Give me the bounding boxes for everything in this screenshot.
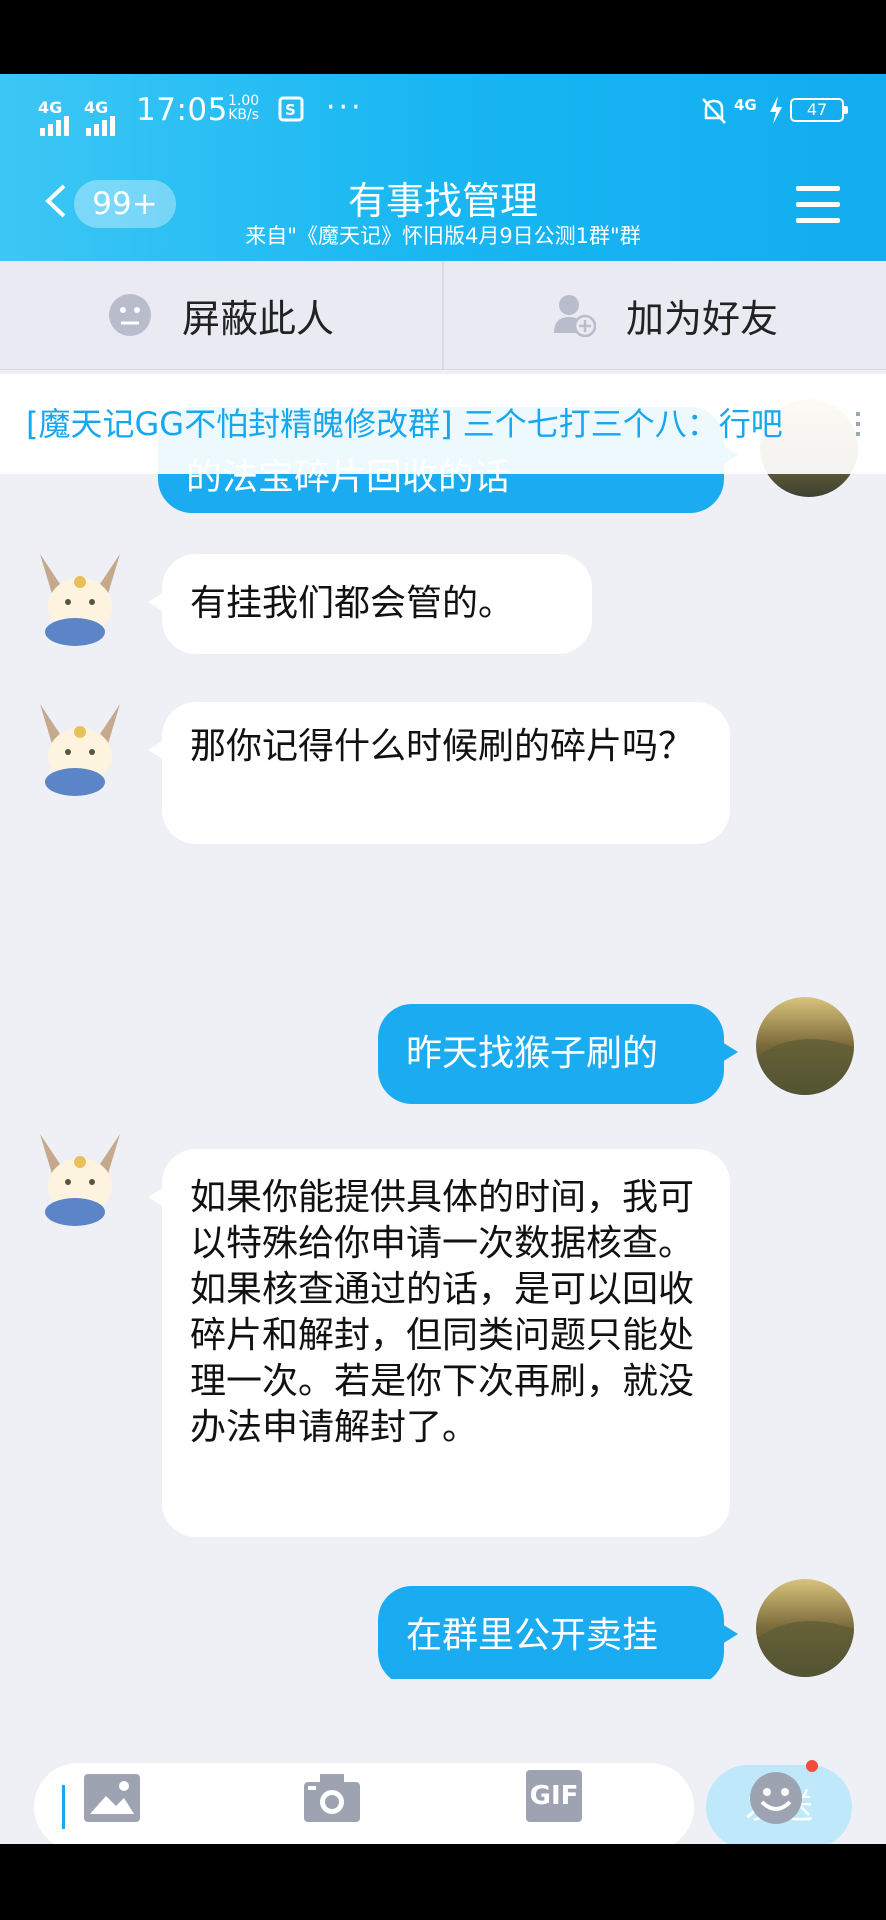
battery-indicator: 47 [790, 98, 848, 122]
add-friend-button[interactable]: 加为好友 [444, 261, 886, 369]
signal-1-icon [40, 116, 69, 136]
admin-avatar[interactable] [30, 694, 130, 804]
self-avatar[interactable] [756, 997, 854, 1095]
app-notification-icon: S [278, 96, 304, 122]
message-list[interactable]: 的法宝碎片回收的话 有挂我们都会管的。 那你记得什么时候刷的碎片吗？ 昨天找猴子… [0, 369, 886, 1679]
action-bar: 屏蔽此人 加为好友 [0, 261, 886, 370]
message-bubble-in[interactable]: 那你记得什么时候刷的碎片吗？ [148, 702, 730, 844]
message-bubble-out[interactable]: 在群里公开卖挂 [378, 1586, 738, 1679]
signal-2-icon [86, 116, 115, 136]
admin-avatar[interactable] [30, 1124, 130, 1234]
net-speed: 1.00 KB/s [228, 94, 259, 122]
status-bar: 4G 4G 17:05 1.00 KB/s S ··· 4G 47 [0, 74, 886, 146]
mute-bell-icon [702, 98, 726, 124]
more-notifications-icon: ··· [326, 90, 364, 125]
network-label: 4G [734, 96, 757, 114]
gif-icon[interactable]: GIF [526, 1770, 582, 1822]
header-bar: 4G 4G 17:05 1.00 KB/s S ··· 4G 47 99+ 有事找… [0, 74, 886, 261]
block-icon [108, 294, 151, 336]
add-friend-icon [553, 295, 596, 337]
block-user-button[interactable]: 屏蔽此人 [0, 261, 442, 369]
add-friend-label: 加为好友 [625, 296, 778, 341]
emoji-new-dot [806, 1760, 818, 1772]
image-icon[interactable] [82, 1770, 142, 1826]
composer-toolbar: GIF [0, 1760, 886, 1844]
net-speed-value: 1.00 [228, 93, 260, 109]
net-speed-unit: KB/s [228, 107, 259, 123]
page-title: 有事找管理 [347, 179, 538, 223]
clock: 17:05 [136, 92, 228, 128]
svg-text:S: S [285, 101, 296, 119]
menu-icon[interactable] [796, 186, 840, 224]
notice-text: [魔天记GG不怕封精魄修改群] 三个七打三个八：行吧 [26, 405, 783, 443]
emoji-icon[interactable] [748, 1770, 808, 1826]
page-subtitle: 来自"《魔天记》怀旧版4月9日公测1群"群 [245, 224, 641, 248]
notice-more-icon[interactable] [856, 412, 860, 436]
message-bubble-in[interactable]: 有挂我们都会管的。 [148, 554, 592, 654]
camera-icon[interactable] [302, 1770, 362, 1826]
message-bubble-in[interactable]: 如果你能提供具体的时间，我可以特殊给你申请一次数据核查。如果核查通过的话，是可以… [148, 1149, 730, 1537]
self-avatar[interactable] [756, 1579, 854, 1677]
group-notice-banner[interactable]: [魔天记GG不怕封精魄修改群] 三个七打三个八：行吧 [0, 374, 886, 474]
charging-icon [770, 96, 782, 124]
chat-screen: 4G 4G 17:05 1.00 KB/s S ··· 4G 47 99+ 有事找… [0, 74, 886, 1844]
block-user-label: 屏蔽此人 [181, 296, 334, 341]
admin-avatar[interactable] [30, 544, 130, 654]
message-bubble-out[interactable]: 昨天找猴子刷的 [378, 1004, 738, 1104]
